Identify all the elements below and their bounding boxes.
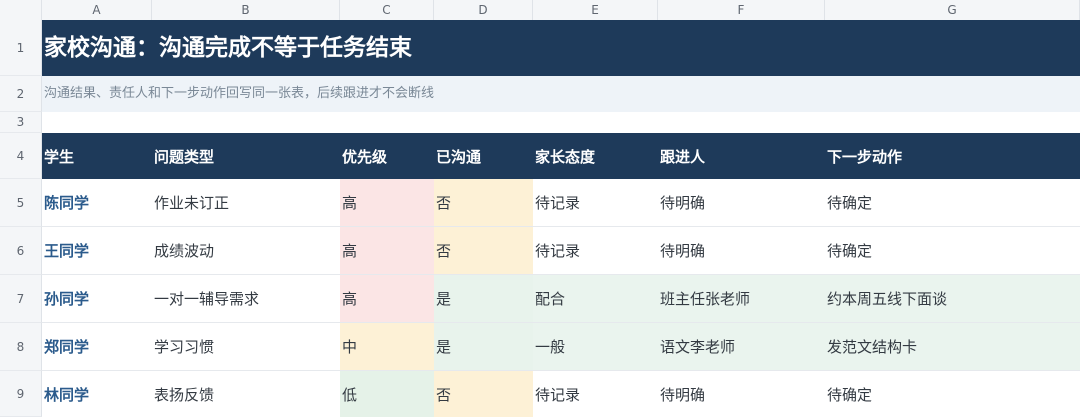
table-header-row: 学生 问题类型 优先级 已沟通 家长态度 跟进人 下一步动作: [42, 133, 1080, 179]
sheet-subtitle: 沟通结果、责任人和下一步动作回写同一张表，后续跟进才不会断线: [44, 86, 435, 101]
cell-contacted[interactable]: 否: [434, 179, 533, 226]
cell-student[interactable]: 郑同学: [42, 323, 152, 370]
cell-student[interactable]: 陈同学: [42, 179, 152, 226]
cell-student[interactable]: 孙同学: [42, 275, 152, 322]
cell-attitude[interactable]: 待记录: [533, 179, 658, 226]
cell-attitude[interactable]: 待记录: [533, 371, 658, 417]
cell-issue[interactable]: 一对一辅导需求: [152, 275, 340, 322]
header-issue[interactable]: 问题类型: [152, 133, 340, 179]
cell-student[interactable]: 王同学: [42, 227, 152, 274]
cell-issue[interactable]: 学习习惯: [152, 323, 340, 370]
cell-contacted[interactable]: 是: [434, 323, 533, 370]
cell-next-action[interactable]: 约本周五线下面谈: [825, 275, 1080, 322]
cell-priority[interactable]: 低: [340, 371, 434, 417]
column-header-g[interactable]: G: [825, 0, 1080, 20]
cell-priority[interactable]: 高: [340, 227, 434, 274]
cell-attitude[interactable]: 一般: [533, 323, 658, 370]
header-contacted[interactable]: 已沟通: [434, 133, 533, 179]
row-number-4[interactable]: 4: [0, 133, 42, 179]
row-number-6[interactable]: 6: [0, 227, 42, 275]
cell-attitude[interactable]: 配合: [533, 275, 658, 322]
cell-priority[interactable]: 中: [340, 323, 434, 370]
table-row: 郑同学 学习习惯 中 是 一般 语文李老师 发范文结构卡: [42, 323, 1080, 371]
cell-follower[interactable]: 待明确: [658, 179, 825, 226]
header-follower[interactable]: 跟进人: [658, 133, 825, 179]
row-number-2[interactable]: 2: [0, 76, 42, 112]
cell-issue[interactable]: 作业未订正: [152, 179, 340, 226]
column-header-a[interactable]: A: [42, 0, 152, 20]
column-header-d[interactable]: D: [434, 0, 533, 20]
cell-issue[interactable]: 表扬反馈: [152, 371, 340, 417]
cell-contacted[interactable]: 是: [434, 275, 533, 322]
cell-attitude[interactable]: 待记录: [533, 227, 658, 274]
cell-priority[interactable]: 高: [340, 179, 434, 226]
title-row[interactable]: 家校沟通：沟通完成不等于任务结束: [42, 20, 1080, 76]
row-number-1[interactable]: 1: [0, 20, 42, 76]
select-all-corner[interactable]: [0, 0, 42, 20]
cell-contacted[interactable]: 否: [434, 227, 533, 274]
column-header-e[interactable]: E: [533, 0, 658, 20]
row-number-8[interactable]: 8: [0, 323, 42, 371]
column-header-bar: A B C D E F G: [0, 0, 1080, 21]
cell-contacted[interactable]: 否: [434, 371, 533, 417]
column-header-b[interactable]: B: [152, 0, 340, 20]
cell-issue[interactable]: 成绩波动: [152, 227, 340, 274]
row-number-3[interactable]: 3: [0, 112, 42, 133]
table-row: 王同学 成绩波动 高 否 待记录 待明确 待确定: [42, 227, 1080, 275]
cell-next-action[interactable]: 待确定: [825, 227, 1080, 274]
sheet-title: 家校沟通：沟通完成不等于任务结束: [44, 35, 412, 61]
blank-row[interactable]: [42, 112, 1080, 133]
cell-follower[interactable]: 班主任张老师: [658, 275, 825, 322]
cell-follower[interactable]: 语文李老师: [658, 323, 825, 370]
column-header-c[interactable]: C: [340, 0, 434, 20]
table-row: 陈同学 作业未订正 高 否 待记录 待明确 待确定: [42, 179, 1080, 227]
header-priority[interactable]: 优先级: [340, 133, 434, 179]
cell-follower[interactable]: 待明确: [658, 371, 825, 417]
cell-priority[interactable]: 高: [340, 275, 434, 322]
cell-follower[interactable]: 待明确: [658, 227, 825, 274]
header-next-action[interactable]: 下一步动作: [825, 133, 1080, 179]
cell-next-action[interactable]: 发范文结构卡: [825, 323, 1080, 370]
column-header-f[interactable]: F: [658, 0, 825, 20]
row-number-5[interactable]: 5: [0, 179, 42, 227]
row-number-7[interactable]: 7: [0, 275, 42, 323]
header-student[interactable]: 学生: [42, 133, 152, 179]
table-row: 孙同学 一对一辅导需求 高 是 配合 班主任张老师 约本周五线下面谈: [42, 275, 1080, 323]
cell-next-action[interactable]: 待确定: [825, 179, 1080, 226]
subtitle-row[interactable]: 沟通结果、责任人和下一步动作回写同一张表，后续跟进才不会断线: [42, 76, 1080, 112]
cell-student[interactable]: 林同学: [42, 371, 152, 417]
row-number-9[interactable]: 9: [0, 371, 42, 417]
spreadsheet: A B C D E F G 1 2 3 4 5 6 7 8 9 家校沟通：沟通完…: [0, 0, 1080, 417]
cell-next-action[interactable]: 待确定: [825, 371, 1080, 417]
header-attitude[interactable]: 家长态度: [533, 133, 658, 179]
table-row: 林同学 表扬反馈 低 否 待记录 待明确 待确定: [42, 371, 1080, 417]
